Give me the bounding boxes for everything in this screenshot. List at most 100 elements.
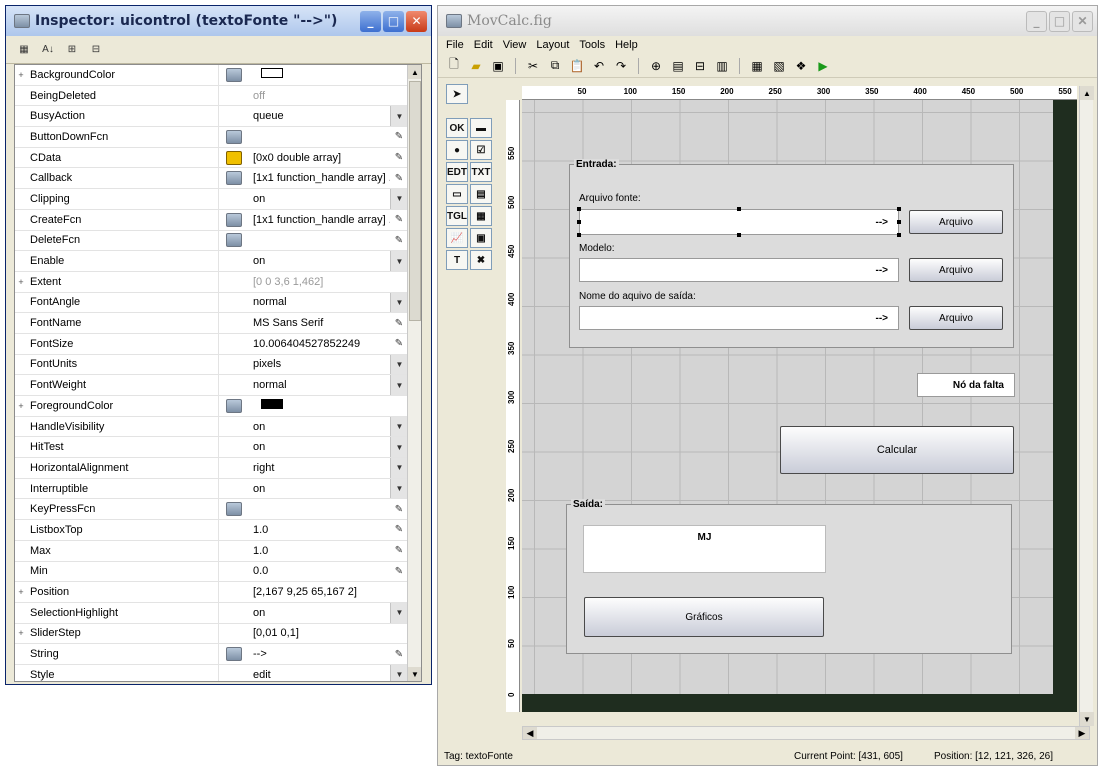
inspector-scrollbar[interactable]: ▲ ▼ xyxy=(407,65,421,681)
property-value[interactable]: on xyxy=(249,255,390,267)
edit-pencil-icon[interactable]: ✎ xyxy=(390,541,408,561)
color-icon[interactable] xyxy=(226,398,242,413)
edit-icon[interactable] xyxy=(219,499,249,519)
edit-pencil-icon[interactable]: ✎ xyxy=(390,168,408,188)
property-row[interactable]: + BackgroundColor xyxy=(15,65,408,86)
property-value[interactable]: [0,01 0,1] xyxy=(249,627,390,639)
scroll-left-icon[interactable]: ◀ xyxy=(523,727,537,739)
property-row[interactable]: CreateFcn [1x1 function_handle array] ...… xyxy=(15,209,408,231)
property-row[interactable]: FontAngle normal ▼ xyxy=(15,292,408,314)
saida-panel[interactable]: Saída: MJ Gráficos xyxy=(566,499,1012,654)
edit-pencil-icon[interactable]: ✎ xyxy=(390,562,408,582)
minimize-icon[interactable]: _ xyxy=(1026,10,1047,32)
property-row[interactable]: Style edit ▼ xyxy=(15,664,408,681)
property-value[interactable]: pixels xyxy=(249,358,390,370)
select-tool-icon[interactable]: ➤ xyxy=(446,84,468,104)
layout-horizontal-scrollbar[interactable]: ◀ ▶ xyxy=(522,726,1090,740)
color-icon[interactable] xyxy=(226,67,242,82)
edit-pencil-icon[interactable]: ✎ xyxy=(390,520,408,540)
property-inspector-icon[interactable]: ▧ xyxy=(771,58,787,74)
property-value[interactable]: 10.006404527852249 xyxy=(249,338,390,350)
dropdown-arrow-icon[interactable]: ▼ xyxy=(390,354,408,375)
redo-icon[interactable]: ↷ xyxy=(613,58,629,74)
property-value[interactable]: on xyxy=(249,483,390,495)
property-value[interactable]: off xyxy=(249,90,390,102)
menu-layout[interactable]: Layout xyxy=(536,39,569,51)
property-value[interactable]: edit xyxy=(249,669,390,681)
edit-pencil-icon[interactable]: ✎ xyxy=(390,334,408,354)
property-value[interactable]: queue xyxy=(249,110,390,122)
selection-handle[interactable] xyxy=(577,207,581,211)
property-value[interactable]: 0.0 xyxy=(249,565,390,577)
menu-file[interactable]: File xyxy=(446,39,464,51)
edit-pencil-icon[interactable]: ✎ xyxy=(390,313,408,333)
property-value[interactable]: [0 0 3,6 1,462] xyxy=(249,276,390,288)
panel-tool-icon[interactable]: ▣ xyxy=(470,228,492,248)
color-icon[interactable] xyxy=(219,65,249,85)
property-value[interactable]: 1.0 xyxy=(249,545,390,557)
selection-handle[interactable] xyxy=(897,233,901,237)
edit-icon[interactable] xyxy=(219,168,249,188)
layout-canvas[interactable]: Entrada: Arquivo fonte: --> Arquivo Mode… xyxy=(522,100,1077,712)
no-da-falta-field[interactable]: Nó da falta xyxy=(917,373,1015,397)
edit-icon[interactable] xyxy=(226,502,242,517)
edittext-tool-icon[interactable]: EDT xyxy=(446,162,468,182)
selection-handle[interactable] xyxy=(897,207,901,211)
maximize-icon[interactable]: □ xyxy=(1049,10,1070,32)
array-icon[interactable] xyxy=(226,150,242,165)
align-icon[interactable]: ⊕ xyxy=(648,58,664,74)
property-row[interactable]: HorizontalAlignment right ▼ xyxy=(15,458,408,479)
selection-handle[interactable] xyxy=(577,233,581,237)
dropdown-arrow-icon[interactable]: ▼ xyxy=(390,416,408,437)
property-row[interactable]: Clipping on ▼ xyxy=(15,189,408,210)
calcular-button[interactable]: Calcular xyxy=(780,426,1014,474)
property-row[interactable]: + Extent [0 0 3,6 1,462] xyxy=(15,271,408,293)
property-value[interactable]: normal xyxy=(249,379,390,391)
scroll-down-icon[interactable]: ▼ xyxy=(1080,712,1094,726)
property-value[interactable]: on xyxy=(249,421,390,433)
property-row[interactable]: String --> ✎ xyxy=(15,644,408,665)
saida-arquivo-button[interactable]: Arquivo xyxy=(909,306,1003,330)
edit-pencil-icon[interactable]: ✎ xyxy=(390,127,408,147)
scroll-up-icon[interactable]: ▲ xyxy=(408,65,421,79)
edit-pencil-icon[interactable]: ✎ xyxy=(390,499,408,519)
edit-pencil-icon[interactable]: ✎ xyxy=(390,231,408,251)
modelo-button[interactable]: Arquivo xyxy=(909,258,1003,282)
property-row[interactable]: FontWeight normal ▼ xyxy=(15,375,408,396)
menu-editor-icon[interactable]: ▤ xyxy=(670,58,686,74)
edit-pencil-icon[interactable]: ✎ xyxy=(390,148,408,168)
undo-icon[interactable]: ↶ xyxy=(591,58,607,74)
dropdown-arrow-icon[interactable]: ▼ xyxy=(390,437,408,458)
listbox-tool-icon[interactable]: ▤ xyxy=(470,184,492,204)
sort-alpha-icon[interactable]: A↓ xyxy=(40,43,56,57)
object-browser-icon[interactable]: ❖ xyxy=(793,58,809,74)
toolbar-editor-icon[interactable]: ▥ xyxy=(714,58,730,74)
arquivo-fonte-edit[interactable]: --> xyxy=(579,209,899,235)
property-value[interactable]: on xyxy=(249,193,390,205)
scroll-up-icon[interactable]: ▲ xyxy=(1080,86,1094,100)
property-row[interactable]: + SliderStep [0,01 0,1] xyxy=(15,623,408,645)
save-icon[interactable]: ▣ xyxy=(490,58,506,74)
categorized-icon[interactable]: ▦ xyxy=(16,43,32,57)
edit-icon[interactable] xyxy=(219,127,249,147)
activex-tool-icon[interactable]: ✖ xyxy=(470,250,492,270)
table-tool-icon[interactable]: ▦ xyxy=(470,206,492,226)
edit-icon[interactable] xyxy=(226,233,242,248)
edit-icon[interactable] xyxy=(219,210,249,230)
menu-help[interactable]: Help xyxy=(615,39,638,51)
axes-tool-icon[interactable]: 📈 xyxy=(446,228,468,248)
selection-handle[interactable] xyxy=(897,220,901,224)
property-value[interactable]: on xyxy=(249,441,390,453)
dropdown-arrow-icon[interactable]: ▼ xyxy=(390,602,408,623)
edit-icon[interactable] xyxy=(226,212,242,227)
maximize-icon[interactable]: □ xyxy=(383,10,404,32)
property-value[interactable]: [1x1 function_handle array] ... xyxy=(249,172,390,184)
entrada-panel[interactable]: Entrada: Arquivo fonte: --> Arquivo Mode… xyxy=(569,159,1014,348)
property-row[interactable]: Callback [1x1 function_handle array] ... ✎ xyxy=(15,168,408,190)
edit-icon[interactable] xyxy=(226,129,242,144)
property-value[interactable]: on xyxy=(249,607,390,619)
graficos-button[interactable]: Gráficos xyxy=(584,597,824,637)
expand-icon[interactable]: + xyxy=(15,277,27,287)
inspector-titlebar[interactable]: Inspector: uicontrol (textoFonte "-->") … xyxy=(6,6,431,36)
arquivo-fonte-button[interactable]: Arquivo xyxy=(909,210,1003,234)
